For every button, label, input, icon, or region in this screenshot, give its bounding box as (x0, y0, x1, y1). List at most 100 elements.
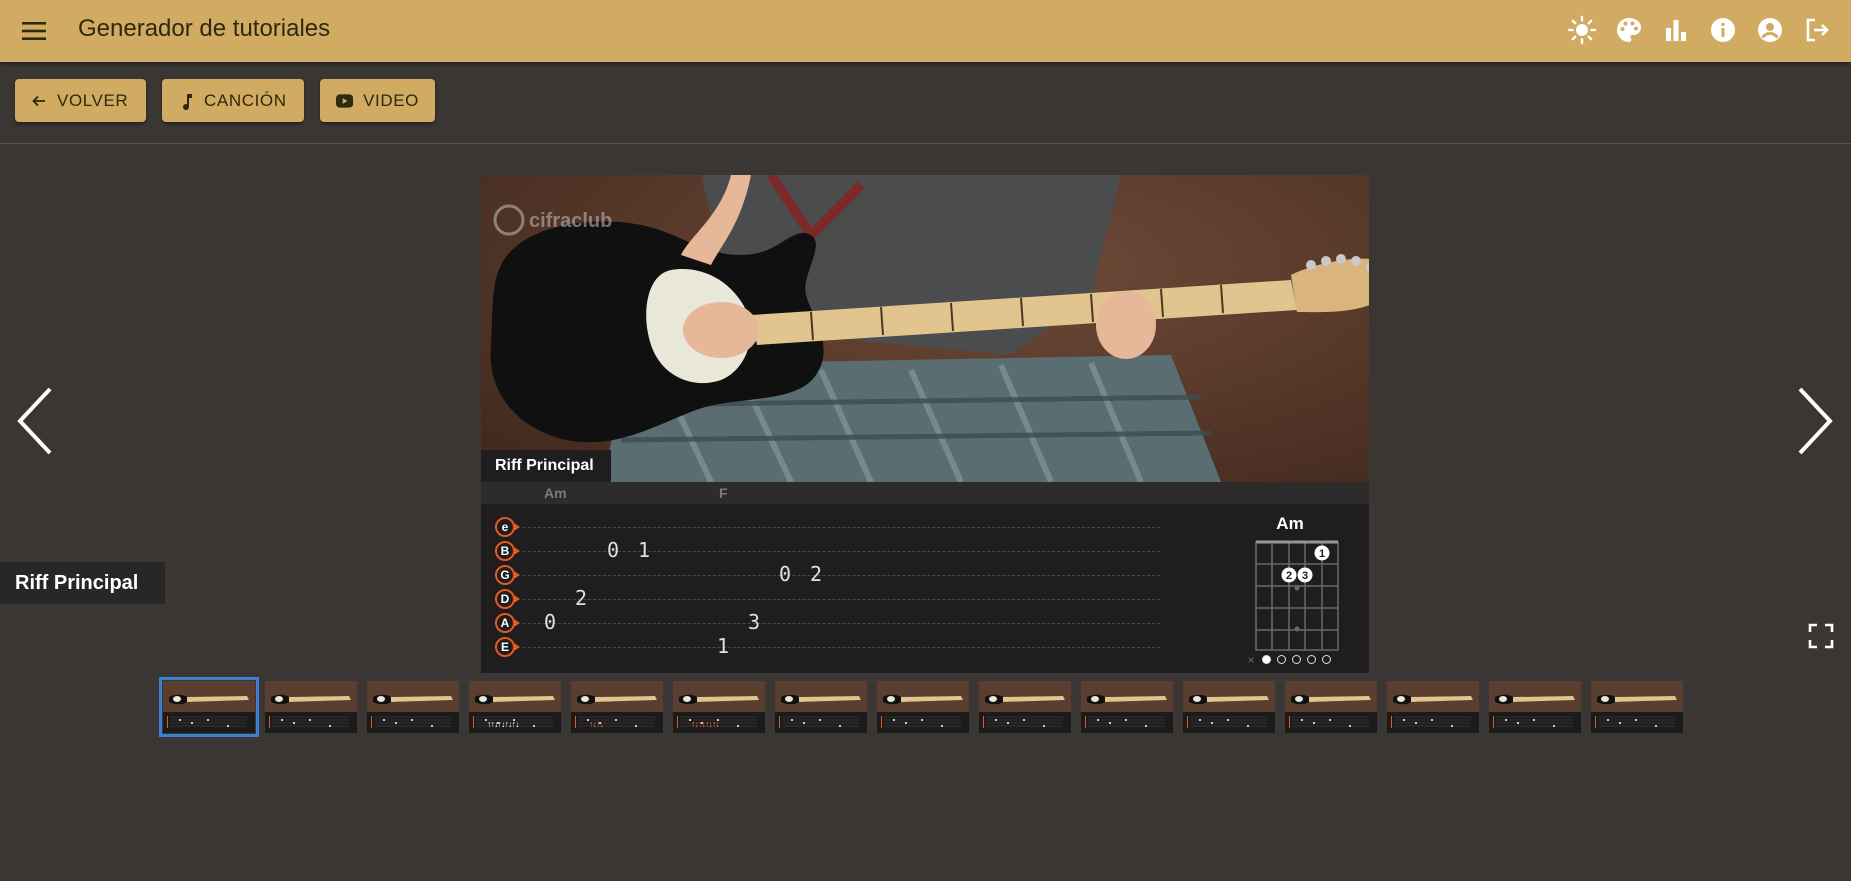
fret-number: 0 (544, 610, 557, 634)
back-button[interactable]: VOLVER (15, 79, 146, 122)
finger-number: 3 (1302, 570, 1308, 582)
song-button-label: CANCIÓN (204, 90, 287, 110)
slide-image: cifraclub Riff Principal Am F e B G D A … (481, 175, 1369, 673)
thumbnail-tab (1288, 715, 1373, 729)
string-line (523, 623, 1160, 624)
slide-caption: Riff Principal (0, 562, 165, 604)
chevron-right-icon (1798, 387, 1833, 455)
thumbnail-guitar (575, 692, 659, 705)
logout-icon[interactable] (1801, 14, 1833, 46)
chord-page-dots (1262, 655, 1331, 664)
thumbnail-tab (880, 715, 965, 729)
thumbnail-guitar (1187, 692, 1271, 705)
string-line (523, 599, 1160, 600)
string-label-g: G (495, 564, 523, 586)
brightness-icon[interactable] (1566, 14, 1598, 46)
thumbnail-guitar (779, 692, 863, 705)
slide-thumbnail[interactable] (1081, 681, 1173, 733)
string-label-low-e: E (495, 636, 523, 658)
thumbnail-strum-arrows: ↑↓↑↓↑↓↑↓ (691, 719, 720, 729)
thumbnail-guitar (167, 692, 251, 705)
thumbnail-guitar (1595, 692, 1679, 705)
chord-page-dot[interactable] (1277, 655, 1286, 664)
thumbnail-guitar (473, 692, 557, 705)
thumbnail-guitar (371, 692, 455, 705)
fret-number: 0 (779, 562, 792, 586)
slide-thumbnail[interactable] (1387, 681, 1479, 733)
song-button[interactable]: CANCIÓN (162, 79, 304, 122)
slide-thumbnail[interactable] (775, 681, 867, 733)
previous-slide-button[interactable] (14, 385, 58, 457)
thumbnail-tab (778, 715, 863, 729)
chevron-left-icon (17, 387, 52, 455)
slide-thumbnail[interactable] (877, 681, 969, 733)
slide-thumbnail[interactable] (159, 677, 259, 737)
slide-thumbnail[interactable] (1591, 681, 1683, 733)
app-title: Generador de tutoriales (78, 15, 331, 42)
slide-thumbnail[interactable] (1489, 681, 1581, 733)
fret-number: 1 (717, 634, 730, 658)
thumbnail-tab (268, 715, 353, 729)
account-circle-icon[interactable] (1754, 14, 1786, 46)
string-label-e: e (495, 516, 523, 538)
chord-grid: 1 2 3 × (1247, 540, 1339, 667)
string-label-a: A (495, 612, 523, 634)
thumbnail-tab (1084, 715, 1169, 729)
info-icon[interactable] (1707, 14, 1739, 46)
youtube-icon (336, 93, 354, 108)
thumbnail-guitar (1493, 692, 1577, 705)
slide-thumbnail[interactable] (265, 681, 357, 733)
slide-thumbnail[interactable]: ↑↑↓↑↓↑↓↑↓ (469, 681, 561, 733)
slide-thumbnail[interactable]: ↑↓↑↓ (571, 681, 663, 733)
thumbnail-tab (676, 715, 761, 729)
appbar-actions (1566, 14, 1833, 46)
thumbnail-tab (370, 715, 455, 729)
string-line (523, 527, 1160, 528)
thumbnail-tab (166, 715, 251, 729)
chord-diagram: Am 1 2 3 × (1211, 504, 1369, 673)
fret-number: 2 (575, 586, 588, 610)
finger-number: 1 (1319, 548, 1325, 560)
slide-thumbnail[interactable] (1183, 681, 1275, 733)
thumbnail-tab (1492, 715, 1577, 729)
menu-icon[interactable] (18, 17, 50, 45)
chord-top-label: Am (544, 485, 567, 501)
thumbnail-guitar (1085, 692, 1169, 705)
thumbnail-strum-arrows: ↑↑↓↑↓↑↓↑↓ (487, 719, 519, 729)
thumbnail-tab (574, 715, 659, 729)
part-label: Riff Principal (481, 450, 611, 482)
chord-page-dot[interactable] (1292, 655, 1301, 664)
thumbnail-guitar (983, 692, 1067, 705)
music-note-icon (183, 93, 192, 110)
string-line (523, 575, 1160, 576)
arrow-left-icon (32, 95, 45, 106)
thumbnail-guitar (881, 692, 965, 705)
svg-text:cifraclub: cifraclub (529, 210, 612, 232)
chord-bar: Am F (481, 482, 1369, 504)
slide-thumbnail[interactable] (1285, 681, 1377, 733)
video-button[interactable]: VIDEO (320, 79, 435, 122)
palette-icon[interactable] (1613, 14, 1645, 46)
next-slide-button[interactable] (1792, 385, 1836, 457)
chord-page-dot[interactable] (1307, 655, 1316, 664)
thumbnail-strip: ↑↑↓↑↓↑↓↑↓ ↑↓↑↓ ↑↓↑↓↑↓↑↓ (159, 677, 1683, 737)
thumbnail-tab (1186, 715, 1271, 729)
chord-top-label: F (719, 485, 728, 501)
slide-thumbnail[interactable] (367, 681, 459, 733)
slide-thumbnail[interactable]: ↑↓↑↓↑↓↑↓ (673, 681, 765, 733)
chord-page-dot[interactable] (1262, 655, 1271, 664)
video-button-label: VIDEO (363, 90, 419, 110)
thumbnail-tab (1390, 715, 1475, 729)
fullscreen-icon[interactable] (1808, 623, 1834, 649)
thumbnail-guitar (269, 692, 353, 705)
thumbnail-strum-arrows: ↑↓↑↓ (589, 719, 604, 729)
slide-thumbnail[interactable] (979, 681, 1071, 733)
chord-page-dot[interactable] (1322, 655, 1331, 664)
thumbnail-tab (1594, 715, 1679, 729)
bar-chart-icon[interactable] (1660, 14, 1692, 46)
toolbar: VOLVER CANCIÓN VIDEO (0, 62, 1851, 144)
guitar-player-image: cifraclub (490, 175, 1369, 482)
fret-number: 0 (607, 538, 620, 562)
video-frame: cifraclub Riff Principal (481, 175, 1369, 482)
finger-number: 2 (1286, 570, 1292, 582)
